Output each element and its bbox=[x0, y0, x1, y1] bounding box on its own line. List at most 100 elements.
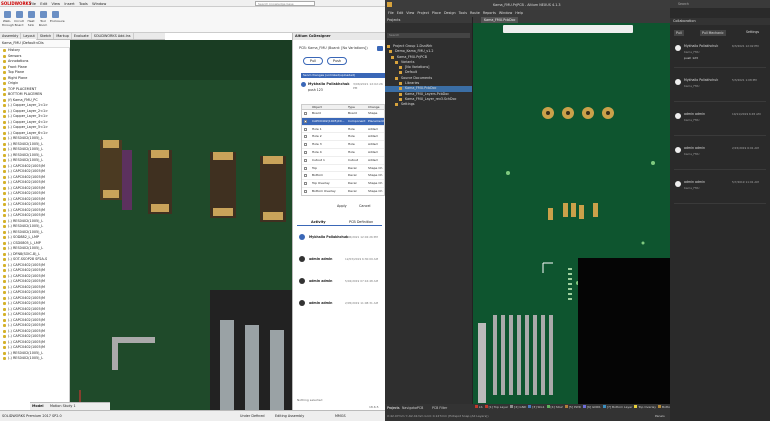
row-checkbox[interactable] bbox=[304, 166, 307, 170]
layer-tab[interactable]: [5] PWR bbox=[564, 405, 581, 409]
row-checkbox[interactable] bbox=[304, 150, 307, 154]
menu-help[interactable]: Help bbox=[515, 11, 523, 15]
ribbon-toolroom-button[interactable]: Tool Room bbox=[38, 10, 48, 28]
menu-insert[interactable]: Insert bbox=[64, 2, 74, 6]
collab-item[interactable]: Mykhailo Poliakhchuk 6/3/2021 12:02 PM Kam… bbox=[674, 42, 766, 68]
table-row[interactable]: Bottom Overlay Decal Shape Ch bbox=[302, 188, 384, 195]
table-row[interactable]: Hole 1 Hole Added bbox=[302, 126, 384, 134]
table-row[interactable]: Top Overlay Decal Shape Ch bbox=[302, 180, 384, 188]
menu-reports[interactable]: Reports bbox=[483, 11, 496, 15]
menu-view[interactable]: View bbox=[52, 2, 61, 6]
activity-item[interactable]: admin admin 5/02/2019 07:16:48 AM bbox=[299, 277, 381, 295]
layer-tab[interactable]: LS bbox=[475, 405, 483, 409]
pull-button[interactable]: Pull bbox=[303, 57, 323, 65]
layer-color-swatch bbox=[546, 405, 550, 408]
activity-item[interactable]: Mykhailo Poliakhchuk 3/06/2021 12:02:26 P… bbox=[299, 233, 381, 251]
menu-edit[interactable]: Edit bbox=[397, 11, 404, 15]
menu-project[interactable]: Project bbox=[417, 11, 429, 15]
row-checkbox[interactable] bbox=[304, 127, 307, 131]
commit-user: Mykhailo Poliakhchuk bbox=[308, 82, 350, 86]
collab-filter-mechanic[interactable]: Pull Mechanic bbox=[700, 30, 726, 36]
row-checkbox[interactable] bbox=[304, 189, 307, 193]
menu-design[interactable]: Design bbox=[444, 11, 456, 15]
panels-button[interactable]: Panels bbox=[655, 414, 665, 418]
bottom-tab[interactable]: PCB Filter bbox=[432, 406, 447, 410]
component-icon bbox=[3, 131, 6, 135]
projects-search[interactable]: Search bbox=[387, 33, 470, 38]
tab-motion-study[interactable]: Motion Study 1 bbox=[50, 404, 76, 408]
tab-sketch[interactable]: Sketch bbox=[38, 33, 55, 39]
row-checkbox[interactable] bbox=[304, 135, 307, 139]
tab-addins[interactable]: SOLIDWORKS Add-Ins bbox=[92, 33, 134, 39]
layer-tab[interactable]: [6] GND1 bbox=[582, 405, 601, 409]
menu-edit[interactable]: Edit bbox=[40, 2, 47, 6]
sw-search-input[interactable]: Search knowledge base bbox=[255, 1, 315, 6]
layer-tab[interactable]: Bottom Overlay bbox=[658, 405, 670, 409]
commit-message: push 123 bbox=[308, 88, 323, 92]
tree-root[interactable]: Kama_FMU (Default<Dis bbox=[2, 41, 44, 45]
row-checkbox[interactable] bbox=[304, 174, 307, 178]
cancel-button[interactable]: Cancel bbox=[359, 204, 371, 208]
component-icon bbox=[3, 164, 6, 168]
bottom-tab[interactable]: PCB bbox=[417, 406, 423, 410]
tab-evaluate[interactable]: Evaluate bbox=[72, 33, 92, 39]
layer-tab[interactable]: [2] GND bbox=[510, 405, 526, 409]
layer-tab[interactable]: [7] Bottom Layer bbox=[602, 405, 632, 409]
collab-item[interactable]: admin admin 5/7/2019 11:01 AM Kama_FMU bbox=[674, 178, 766, 204]
layer-tab[interactable]: [3] SIG1 bbox=[528, 405, 545, 409]
table-row[interactable]: Cutout 1 Cutout Added bbox=[302, 157, 384, 165]
menu-tools[interactable]: Tools bbox=[79, 2, 88, 6]
ribbon-heatsink-button[interactable]: Heat Sink bbox=[26, 10, 36, 28]
options-icon[interactable] bbox=[377, 46, 383, 51]
status-units[interactable]: MMGS bbox=[335, 414, 346, 418]
tab-pcb-definition[interactable]: PCB Definition bbox=[349, 220, 373, 224]
apply-button[interactable]: Apply bbox=[337, 204, 347, 208]
menu-file[interactable]: File bbox=[30, 2, 36, 6]
bottom-tab[interactable]: Navigator bbox=[402, 406, 418, 410]
table-row[interactable]: Hole 2 Hole Added bbox=[302, 133, 384, 142]
tab-markup[interactable]: Markup bbox=[54, 33, 72, 39]
layer-tab[interactable]: Top Overlay bbox=[634, 405, 656, 409]
row-checkbox[interactable] bbox=[304, 143, 307, 147]
ribbon-enclosure-button[interactable]: Enclosure bbox=[50, 10, 65, 28]
layer-tab[interactable]: [1] Top Layer bbox=[484, 405, 508, 409]
row-checkbox[interactable] bbox=[304, 119, 307, 123]
table-row[interactable]: Top Decal Shape Ch bbox=[302, 165, 384, 173]
collab-item[interactable]: admin admin 2/15/2019 6:01 AM Kama_FMU bbox=[674, 144, 766, 170]
activity-item[interactable]: admin admin 2/05/2019 11:08:31 AM bbox=[299, 299, 381, 317]
tab-model[interactable]: Model bbox=[32, 404, 44, 408]
tab-activity[interactable]: Activity bbox=[311, 220, 326, 224]
row-checkbox[interactable] bbox=[304, 182, 307, 186]
table-row[interactable]: Hole 3 Hole Added bbox=[302, 141, 384, 149]
tree-item[interactable]: (-) RES0402(1005)_L bbox=[0, 356, 69, 362]
bottom-tab[interactable]: Projects bbox=[387, 406, 400, 410]
row-checkbox[interactable] bbox=[304, 112, 307, 115]
collab-item[interactable]: admin admin 10/11/2019 6:45 AM Kama_FMU bbox=[674, 110, 766, 136]
menu-tools[interactable]: Tools bbox=[459, 11, 467, 15]
table-row[interactable]: Hole 4 Hole Added bbox=[302, 149, 384, 157]
row-checkbox[interactable] bbox=[304, 158, 307, 162]
project-tree-item[interactable]: Settings bbox=[385, 102, 472, 107]
collab-settings[interactable]: Settings bbox=[746, 30, 759, 34]
menu-view[interactable]: View bbox=[406, 11, 414, 15]
collab-search[interactable]: Search bbox=[678, 2, 689, 6]
push-button[interactable]: Push bbox=[327, 57, 347, 65]
menu-window[interactable]: Window bbox=[92, 2, 106, 6]
table-row[interactable]: Board Board Shape bbox=[302, 110, 384, 118]
ribbon-walk-button[interactable]: Walk-through bbox=[2, 10, 14, 28]
menu-window[interactable]: Window bbox=[499, 11, 512, 15]
collab-item[interactable]: Mykhailo Poliakhchuk 5/3/2021 1:08 PM Kama… bbox=[674, 76, 766, 102]
layer-color-swatch bbox=[602, 405, 606, 408]
avatar bbox=[675, 45, 681, 51]
3d-viewport[interactable] bbox=[70, 40, 292, 410]
menu-route[interactable]: Route bbox=[470, 11, 480, 15]
layer-tab[interactable]: [4] SIG2 bbox=[546, 405, 563, 409]
table-row[interactable]: Bottom Decal Shape Ch bbox=[302, 172, 384, 181]
activity-item[interactable]: admin admin 12/03/2019 6:30:09 AM bbox=[299, 255, 381, 273]
pcb-editor[interactable]: Kama_FMU.PcbDoc bbox=[473, 17, 670, 404]
table-row[interactable]: CAPC0402(1005)X0... Component Placement bbox=[302, 117, 384, 126]
menu-file[interactable]: File bbox=[388, 11, 394, 15]
ribbon-circuit-button[interactable]: Circuit Board bbox=[14, 10, 24, 28]
collab-filter-pull[interactable]: Pull bbox=[674, 30, 684, 36]
menu-place[interactable]: Place bbox=[432, 11, 441, 15]
